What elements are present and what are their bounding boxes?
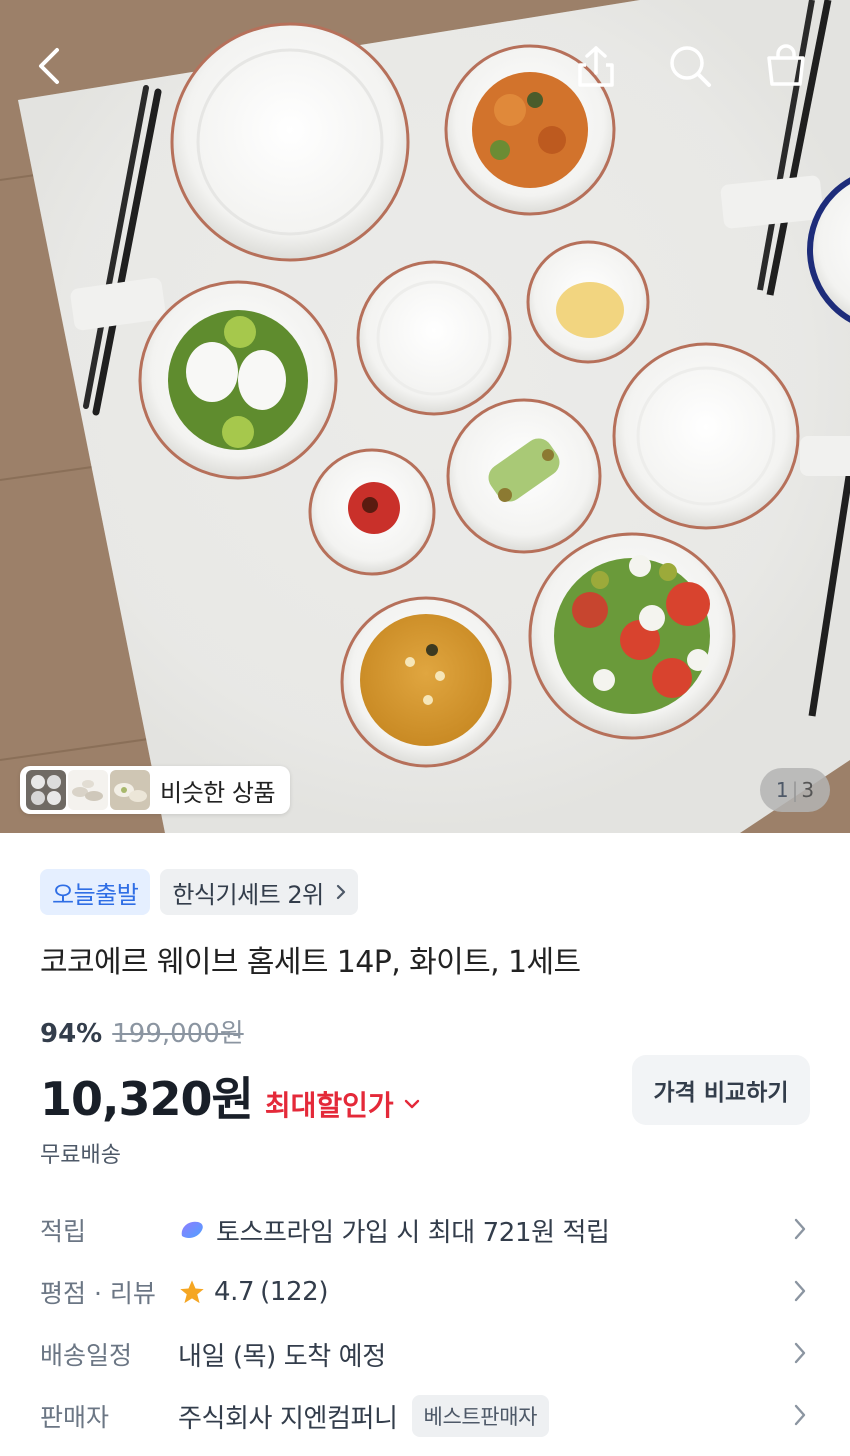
image-page-indicator: 1 | 3: [760, 768, 830, 812]
chevron-down-icon: [404, 1099, 419, 1109]
badge-row: 오늘출발 한식기세트 2위: [40, 869, 358, 915]
best-seller-badge: 베스트판매자: [411, 1395, 550, 1437]
chevron-right-icon: [794, 1342, 806, 1364]
discount-percent: 94%: [40, 1019, 103, 1049]
review-count: (122): [260, 1277, 329, 1307]
search-button[interactable]: [660, 36, 720, 96]
seller-name: 주식회사 지엔컴퍼니: [178, 1403, 398, 1434]
total-pages: 3: [801, 778, 815, 802]
points-row[interactable]: 적립 토스프라임 가입 시 최대 721원 적립: [0, 1199, 850, 1261]
rating-value: 4.7: [214, 1277, 255, 1307]
toss-prime-icon: [181, 1221, 203, 1238]
today-shipping-label: 오늘출발: [52, 880, 139, 909]
max-discount-label: 최대할인가: [264, 1089, 394, 1122]
product-info: 오늘출발 한식기세트 2위 코코에르 웨이브 홈세트 14P, 화이트, 1세트…: [0, 833, 850, 1456]
today-shipping-badge: 오늘출발: [40, 869, 151, 915]
chevron-right-icon: [336, 884, 345, 900]
similar-thumb-3: [110, 770, 150, 810]
category-rank-label: 한식기세트 2위: [172, 880, 324, 909]
similar-thumb-2: [68, 770, 108, 810]
sale-price: 10,320원: [40, 1072, 254, 1126]
similar-thumb-1: [26, 770, 66, 810]
product-image-gallery[interactable]: 비슷한 상품 1 | 3: [0, 0, 850, 833]
page-separator: |: [791, 778, 799, 802]
back-button[interactable]: [20, 36, 80, 96]
points-value: 토스프라임 가입 시 최대 721원 적립: [216, 1217, 610, 1248]
rating-row[interactable]: 평점 · 리뷰 4.7 (122): [0, 1261, 850, 1323]
current-page: 1: [775, 778, 789, 802]
category-rank-badge[interactable]: 한식기세트 2위: [160, 869, 358, 915]
share-button[interactable]: [566, 36, 626, 96]
delivery-value: 내일 (목) 도착 예정: [178, 1341, 386, 1372]
star-icon: [180, 1280, 204, 1304]
product-title: 코코에르 웨이브 홈세트 14P, 화이트, 1세트: [40, 945, 581, 980]
chevron-right-icon: [794, 1404, 806, 1426]
price-compare-button[interactable]: 가격 비교하기: [632, 1055, 810, 1125]
price-row: 10,320원 최대할인가: [40, 1063, 420, 1129]
original-price: 199,000원: [112, 1019, 244, 1049]
points-label: 적립: [40, 1217, 87, 1246]
share-upload-icon: [578, 46, 614, 87]
chevron-left-icon: [39, 48, 59, 84]
shopping-bag-icon: [767, 44, 805, 86]
delivery-label: 배송일정: [40, 1341, 133, 1370]
seller-label: 판매자: [40, 1403, 110, 1432]
delivery-row[interactable]: 배송일정 내일 (목) 도착 예정: [0, 1323, 850, 1385]
rating-label: 평점 · 리뷰: [40, 1279, 156, 1308]
max-discount-toggle[interactable]: 최대할인가: [265, 1084, 420, 1124]
similar-products-label: 비슷한 상품: [160, 778, 276, 807]
chevron-right-icon: [794, 1218, 806, 1240]
chevron-right-icon: [794, 1280, 806, 1302]
cart-button[interactable]: [756, 36, 816, 96]
discount-row: 94% 199,000원: [40, 1013, 244, 1050]
seller-row[interactable]: 판매자 주식회사 지엔컴퍼니 베스트판매자: [0, 1385, 850, 1447]
similar-products-button[interactable]: 비슷한 상품: [20, 766, 290, 814]
price-compare-label: 가격 비교하기: [653, 1080, 789, 1106]
detail-list: 적립 토스프라임 가입 시 최대 721원 적립 평점 · 리뷰 4.7 (12…: [0, 1199, 850, 1447]
product-photo: [0, 0, 850, 833]
search-icon: [670, 46, 711, 87]
shipping-info: 무료배송: [40, 1143, 121, 1168]
